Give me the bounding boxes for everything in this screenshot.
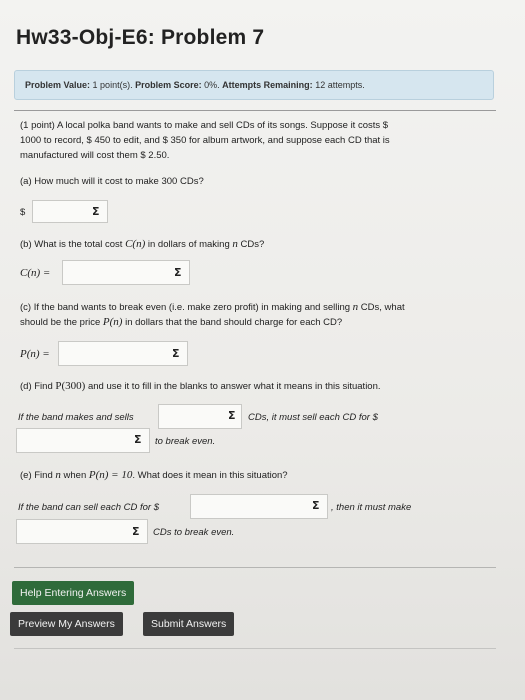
part-d-sentence-3: to break even.	[155, 436, 216, 447]
problem-value: 1 point(s).	[92, 80, 133, 90]
part-d-question: (d) Find P(300) and use it to fill in th…	[20, 380, 381, 393]
part-d-sentence-2: CDs, it must sell each CD for $	[248, 412, 378, 423]
divider-bottom	[14, 567, 496, 568]
page-title: Hw33-Obj-E6: Problem 7	[16, 26, 265, 49]
part-e-question: (e) Find n when P(n) = 10. What does it …	[20, 469, 288, 482]
part-c-question-line-2: should be the price P(n) in dollars that…	[20, 316, 342, 329]
part-e-cds-input[interactable]	[16, 519, 148, 544]
submit-answers-button[interactable]: Submit Answers	[143, 612, 235, 636]
part-e-sentence-3: CDs to break even.	[153, 527, 235, 538]
sigma-icon[interactable]: Σ	[172, 347, 180, 360]
problem-statement-line-3: manufactured will cost them $ 2.50.	[20, 150, 170, 161]
sigma-icon[interactable]: Σ	[134, 433, 142, 446]
sigma-icon[interactable]: Σ	[228, 409, 236, 422]
part-d-sentence-1: If the band makes and sells	[18, 412, 134, 423]
part-c-question-text-2: CDs, what	[358, 302, 405, 313]
sigma-icon[interactable]: Σ	[312, 499, 320, 512]
problem-score-label: Problem Score:	[135, 80, 202, 90]
part-e-question-eq: P(n) = 10	[88, 469, 133, 481]
part-d-question-text-2: and use it to fill in the blanks to answ…	[85, 381, 381, 392]
part-b-question-text-2: in dollars of making	[145, 239, 233, 250]
problem-statement-line-2: 1000 to record, $ 450 to edit, and $ 350…	[20, 135, 390, 146]
part-c-question-line-1: (c) If the band wants to break even (i.e…	[20, 301, 405, 314]
part-c-label: P(n) =	[20, 348, 50, 360]
problem-value-label: Problem Value:	[25, 80, 91, 90]
part-c-question-text-3: should be the price	[20, 317, 103, 328]
part-e-question-text-1: (e) Find	[20, 470, 56, 481]
attempts-remaining: 12 attempts.	[315, 80, 365, 90]
problem-score: 0%.	[204, 80, 220, 90]
part-d-question-text-1: (d) Find	[20, 381, 56, 392]
problem-statement-line-1: (1 point) A local polka band wants to ma…	[20, 120, 389, 131]
part-a-dollar-sign: $	[20, 207, 26, 218]
part-b-question-func: C(n)	[125, 238, 146, 250]
part-d-price-input[interactable]	[16, 428, 150, 453]
sigma-icon[interactable]: Σ	[92, 205, 100, 218]
problem-info-bar: Problem Value: 1 point(s). Problem Score…	[14, 70, 494, 100]
part-c-answer-input[interactable]	[58, 341, 188, 366]
preview-my-answers-button[interactable]: Preview My Answers	[10, 612, 123, 636]
part-b-answer-input[interactable]	[62, 260, 190, 285]
part-a-question: (a) How much will it cost to make 300 CD…	[20, 176, 204, 187]
part-c-question-text-1: (c) If the band wants to break even (i.e…	[20, 302, 353, 313]
part-d-question-func: P(300)	[55, 380, 86, 392]
part-e-sentence-1: If the band can sell each CD for $	[18, 502, 159, 513]
part-b-question-text-3: CDs?	[237, 239, 265, 250]
part-e-price-input[interactable]	[190, 494, 328, 519]
part-b-label: C(n) =	[20, 267, 51, 279]
part-b-question-text-1: (b) What is the total cost	[20, 239, 126, 250]
divider-top	[14, 110, 496, 111]
part-c-question-text-4: in dollars that the band should charge f…	[122, 317, 343, 328]
part-e-question-text-2: when	[60, 470, 89, 481]
sigma-icon[interactable]: Σ	[174, 266, 182, 279]
part-e-sentence-2: , then it must make	[331, 502, 412, 513]
part-c-question-func: P(n)	[102, 316, 123, 328]
attempts-label: Attempts Remaining:	[222, 80, 313, 90]
part-b-question: (b) What is the total cost C(n) in dolla…	[20, 238, 264, 251]
part-e-question-text-3: . What does it mean in this situation?	[132, 470, 288, 481]
help-entering-answers-button[interactable]: Help Entering Answers	[12, 581, 135, 605]
divider-footer	[14, 648, 496, 649]
page: Hw33-Obj-E6: Problem 7 Problem Value: 1 …	[0, 0, 525, 700]
sigma-icon[interactable]: Σ	[132, 525, 140, 538]
